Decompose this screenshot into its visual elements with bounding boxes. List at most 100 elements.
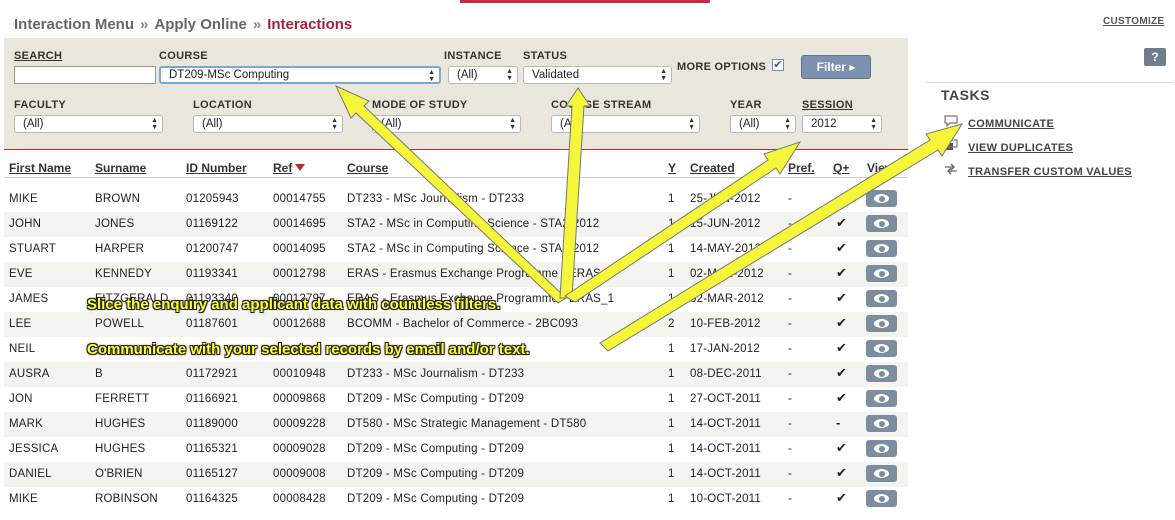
cell-ref: 00012798 [273,268,326,280]
speech-bubble-icon [944,115,960,130]
cell-pref: - [788,493,793,505]
select-arrows-icon: ▲ ▼ [660,68,667,82]
course-select[interactable]: DT209-MSc Computing ▲ ▼ [159,66,441,84]
view-record-button[interactable] [866,340,897,357]
table-row[interactable]: DANIEL O'BRIEN 01165127 00009008 DT209 - MSc… [4,462,908,487]
search-input[interactable] [14,66,156,84]
cell-first-name: JON [9,393,33,405]
cell-id-number: 01166921 [186,393,238,405]
cell-first-name: MIKE [9,193,38,205]
view-record-button[interactable] [866,315,897,332]
more-options-checkbox[interactable]: ✔ [772,59,784,71]
course-stream-select[interactable]: (All) ▲ ▼ [551,115,700,133]
header-divider [4,177,908,178]
task-view-duplicates[interactable]: VIEW DUPLICATES [944,139,1073,154]
cell-id-number: 01165321 [186,443,238,455]
status-select[interactable]: Validated ▲ ▼ [523,66,672,84]
cell-pref: - [788,393,793,405]
cell-ref: 00014755 [273,193,326,205]
session-select[interactable]: 2012 ▲ ▼ [802,115,882,133]
column-header-ref[interactable]: Ref [273,161,306,175]
cell-ref: 00009868 [273,393,326,405]
view-record-button[interactable] [866,290,897,307]
course-select-value: DT209-MSc Computing [169,69,290,81]
view-record-button[interactable] [866,465,897,482]
table-row[interactable]: AUSRA B 01172921 00010948 DT233 - MSc Journa… [4,362,908,387]
table-row[interactable]: LEE POWELL 01187601 00012688 BCOMM - Bachelo… [4,312,908,337]
view-record-button[interactable] [866,415,897,432]
table-row[interactable]: MARK HUGHES 01189000 00009228 DT580 - MSc St… [4,412,908,437]
status-select-value: Validated [532,69,580,81]
table-row[interactable]: JON FERRETT 01166921 00009868 DT209 - MSc Co… [4,387,908,412]
column-header-first-name[interactable]: First Name [9,161,71,175]
cell-q-plus: ✔ [836,215,848,230]
view-record-button[interactable] [866,365,897,382]
view-record-button[interactable] [866,440,897,457]
top-accent-line [460,0,710,3]
cell-course: DT580 - MSc Strategic Management - DT580 [347,418,587,430]
table-row[interactable]: MIKE ROBINSON 01164325 00008428 DT209 - MSc … [4,487,908,512]
mode-of-study-label: MODE OF STUDY [372,99,468,111]
location-select[interactable]: (All) ▲ ▼ [193,115,343,133]
column-header-created[interactable]: Created [690,161,735,175]
help-button[interactable]: ? [1144,48,1166,66]
cell-q-plus: ✔ [836,290,848,305]
cell-year: 1 [668,493,675,505]
view-record-button[interactable] [866,240,897,257]
task-communicate[interactable]: COMMUNICATE [944,115,1054,130]
cell-year: 1 [668,443,675,455]
session-label: SESSION [802,99,854,111]
cell-q-plus: ✔ [836,365,848,380]
table-row[interactable]: MIKE BROWN 01205943 00014755 DT233 - MSc Jou… [4,187,908,212]
column-header-surname[interactable]: Surname [95,161,146,175]
cell-surname: O'BRIEN [95,468,143,480]
cell-first-name: MARK [9,418,44,430]
task-transfer-custom-values[interactable]: TRANSFER CUSTOM VALUES [944,163,1132,178]
callout-communicate: Communicate with your selected records b… [87,341,530,358]
customize-link[interactable]: CUSTOMIZE [1103,16,1164,27]
table-row[interactable]: JOHN JONES 01169122 00014695 STA2 - MSc in C… [4,212,908,237]
faculty-select[interactable]: (All) ▲ ▼ [14,115,163,133]
column-header-id-number[interactable]: ID Number [186,161,247,175]
view-record-button[interactable] [866,190,897,207]
view-record-button[interactable] [866,390,897,407]
filter-button[interactable]: Filter ▸ [801,55,871,79]
eye-pupil-icon [878,345,885,352]
task-communicate-label: COMMUNICATE [968,118,1055,130]
cell-year: 1 [668,193,675,205]
cell-created: 02-MAR-2012 [690,268,764,280]
cell-created: 14-OCT-2011 [690,468,762,480]
eye-pupil-icon [878,220,885,227]
cell-created: 27-OCT-2011 [690,393,762,405]
cell-course: DT209 - MSc Computing - DT209 [347,468,525,480]
column-header-q-plus[interactable]: Q+ [833,161,849,175]
table-row[interactable]: EVE KENNEDY 01193341 00012798 ERAS - Erasmus… [4,262,908,287]
cell-course: ERAS - Erasmus Exchange Programme - ERAS… [347,268,615,280]
table-row[interactable]: JESSICA HUGHES 01165321 00009028 DT209 - MSc… [4,437,908,462]
column-header-pref[interactable]: Pref. [788,161,815,175]
year-select-value: (All) [739,118,760,130]
breadcrumb-interaction-menu[interactable]: Interaction Menu [14,16,134,33]
view-record-button[interactable] [866,490,897,507]
cell-first-name: JESSICA [9,443,59,455]
year-select[interactable]: (All) ▲ ▼ [730,115,796,133]
mode-of-study-select[interactable]: (All) ▲ ▼ [372,115,521,133]
cell-surname: ROBINSON [95,493,158,505]
column-header-year[interactable]: Y [668,161,676,175]
breadcrumb-apply-online[interactable]: Apply Online [154,16,247,33]
table-row[interactable]: STUART HARPER 01200747 00014095 STA2 - MSc i… [4,237,908,262]
cell-course: DT209 - MSc Computing - DT209 [347,443,525,455]
cell-id-number: 01187601 [186,318,238,330]
select-arrows-icon: ▲ ▼ [151,117,158,131]
cell-course: DT209 - MSc Computing - DT209 [347,393,525,405]
column-header-course[interactable]: Course [347,161,388,175]
cell-year: 1 [668,268,675,280]
view-record-button[interactable] [866,215,897,232]
duplicate-icon [944,139,960,154]
instance-select[interactable]: (All) ▲ ▼ [448,66,518,84]
cell-ref: 00009028 [273,443,326,455]
cell-year: 1 [668,393,675,405]
cell-year: 1 [668,343,675,355]
select-arrows-icon: ▲ ▼ [428,69,435,83]
view-record-button[interactable] [866,265,897,282]
